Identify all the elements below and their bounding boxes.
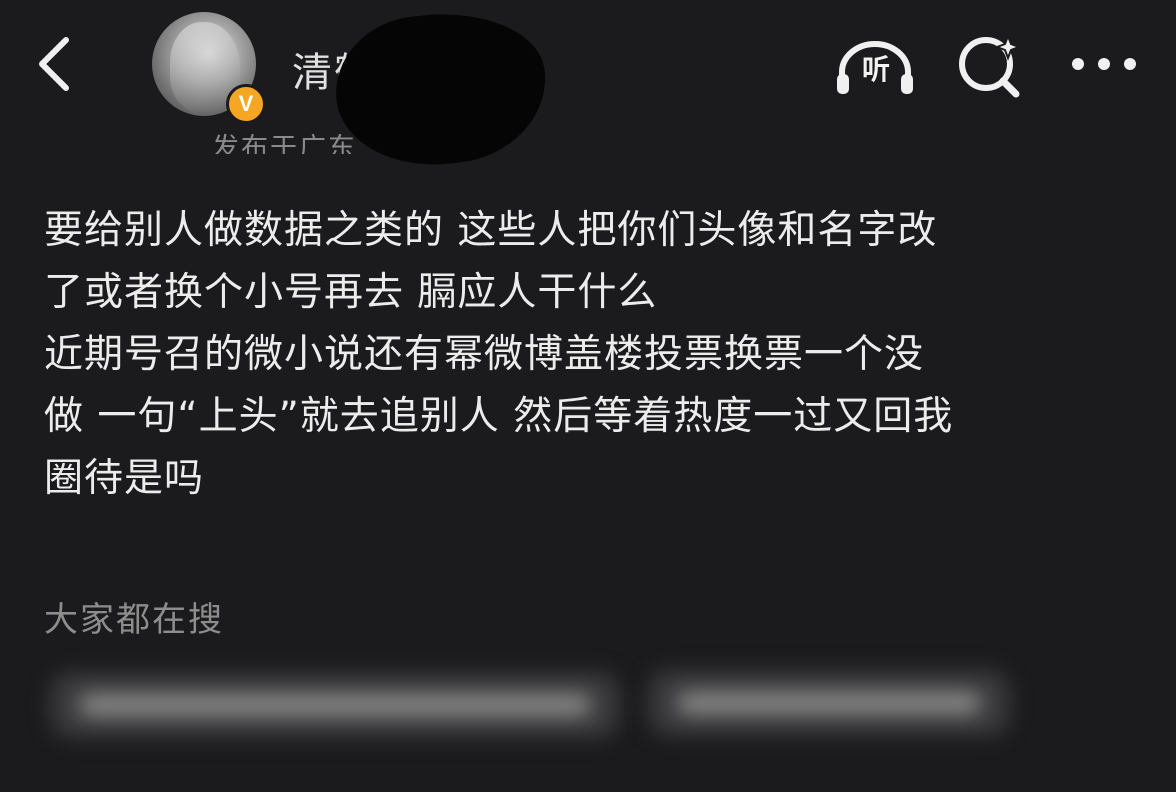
post-text: 要给别人做数据之类的 这些人把你们头像和名字改 了或者换个小号再去 膈应人干什么… <box>44 208 954 501</box>
back-button[interactable] <box>30 34 80 94</box>
more-button[interactable] <box>1066 50 1142 78</box>
search-button[interactable] <box>956 33 1026 98</box>
search-sparkle-icon <box>959 33 1022 98</box>
trending-title: 大家都在搜 <box>44 600 224 640</box>
trending-item[interactable] <box>50 672 620 738</box>
verified-badge: V <box>226 84 266 124</box>
redaction-mark <box>328 3 554 175</box>
post-location: 发布于广东 <box>212 133 357 154</box>
avatar[interactable]: V <box>152 12 266 124</box>
chevron-left-icon <box>39 37 69 91</box>
trending-item[interactable] <box>648 670 1010 736</box>
listen-label: 听 <box>861 53 890 86</box>
more-dots-icon <box>1072 58 1136 70</box>
